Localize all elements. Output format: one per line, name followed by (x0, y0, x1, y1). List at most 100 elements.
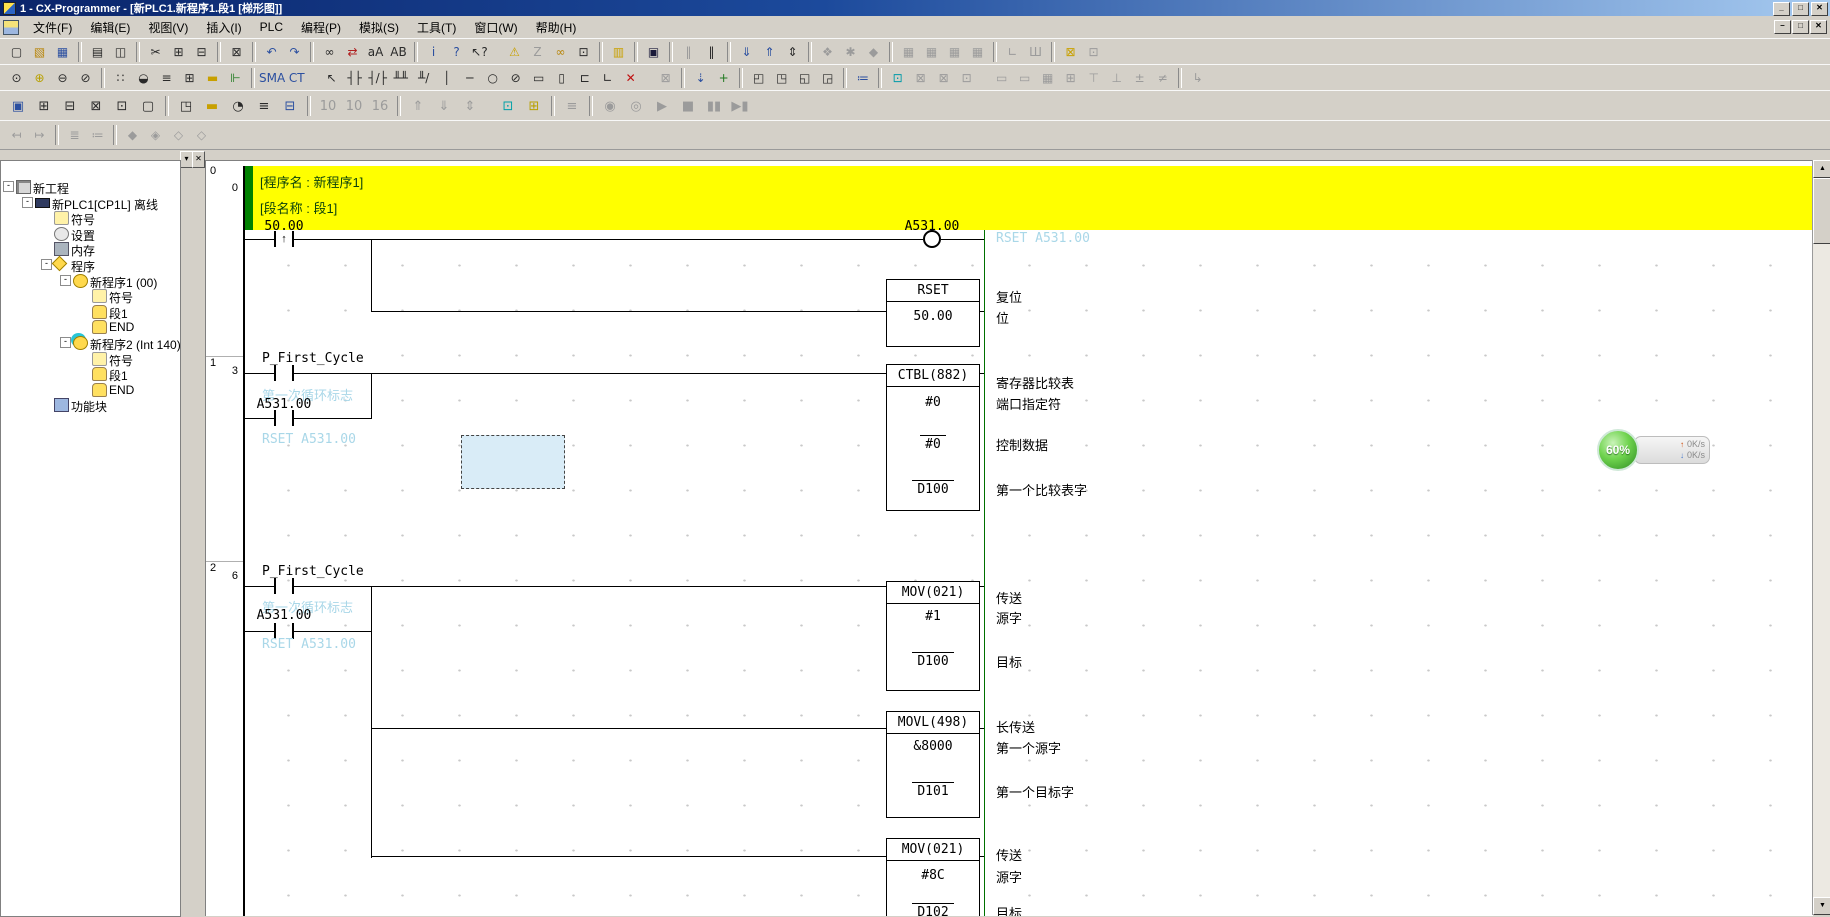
show-cross-reference-popup-button[interactable]: ◳ (173, 94, 199, 118)
mdi-restore-button[interactable]: □ (1792, 20, 1809, 34)
new-fb-parameter-button[interactable]: ⊏ (573, 68, 596, 89)
browse-symbol-usage-button[interactable]: ≔ (851, 68, 874, 89)
show-rung-comments-button[interactable]: ◒ (132, 68, 155, 89)
instruction-block-movl[interactable]: MOVL(498) &8000 D101 (886, 711, 980, 818)
transfer-to-plc-button[interactable]: ⇓ (735, 42, 758, 63)
menu-window[interactable]: 窗口(W) (465, 16, 526, 39)
contact[interactable] (274, 578, 294, 594)
menu-program[interactable]: 编程(P) (292, 16, 350, 39)
tree-item-program2-section1[interactable]: 段1 (1, 366, 180, 381)
info-button[interactable]: i (422, 42, 445, 63)
rising-edge-contact[interactable]: ↑ (274, 231, 294, 247)
instruction-operand[interactable]: #0 (887, 394, 979, 411)
tree-expander-icon[interactable]: - (41, 259, 52, 270)
show-local-symbols-button[interactable]: ⊩ (224, 68, 247, 89)
new-interlock-button[interactable]: ∟ (596, 68, 619, 89)
zoom-in-button[interactable]: ⊕ (28, 68, 51, 89)
program-check-button[interactable]: ∞ (549, 42, 572, 63)
menu-simulation[interactable]: 模拟(S) (350, 16, 408, 39)
tree-item-program1[interactable]: -新程序1 (00) (1, 273, 180, 288)
toggle-output-window-button[interactable]: ⊞ (31, 94, 57, 118)
show-symbol-bar-button[interactable]: ▬ (201, 68, 224, 89)
output-coil[interactable] (923, 230, 941, 248)
cut-button[interactable]: ✂ (144, 42, 167, 63)
scroll-down-button[interactable]: ▼ (1813, 897, 1830, 915)
tree-item-program1-end[interactable]: END (1, 319, 180, 334)
replace-all-button[interactable]: AB (387, 42, 410, 63)
menu-file[interactable]: 文件(F) (24, 16, 81, 39)
minimize-button[interactable]: _ (1773, 2, 1790, 16)
tree-item-program1-symbols[interactable]: 符号 (1, 288, 180, 303)
toggle-grid-button[interactable]: ∷ (109, 68, 132, 89)
instruction-operand[interactable]: &8000 (887, 738, 979, 755)
new-fb-invocation-button[interactable]: ▯ (550, 68, 573, 89)
maximize-button[interactable]: □ (1792, 2, 1809, 16)
tree-expander-icon[interactable]: - (60, 275, 71, 286)
toggle-project-workspace-button[interactable]: ▣ (5, 94, 31, 118)
instruction-operand[interactable]: 50.00 (887, 308, 979, 325)
set-password-button[interactable]: ⊠ (1059, 42, 1082, 63)
vertical-scrollbar[interactable]: ▲ ▼ (1812, 160, 1830, 915)
tree-expander-icon[interactable]: - (60, 337, 71, 348)
new-closed-contact-button[interactable]: ┤/├ (366, 68, 389, 89)
tree-item-program1-section1[interactable]: 段1 (1, 304, 180, 319)
toggle-address-reference-button[interactable]: ⊡ (109, 94, 135, 118)
work-online-simulator-button[interactable]: ▣ (642, 42, 665, 63)
transfer-from-plc-button[interactable]: ⇑ (758, 42, 781, 63)
rung-comment-banner[interactable]: [程序名 : 新程序1] [段名称 : 段1] (245, 166, 1813, 230)
tree-expander-icon[interactable]: - (22, 197, 33, 208)
pause-button[interactable]: ‖ (700, 42, 723, 63)
menu-plc[interactable]: PLC (251, 17, 292, 37)
new-document-button[interactable]: ▢ (5, 42, 28, 63)
show-address-reference-button[interactable]: ⊡ (886, 68, 909, 89)
transfer-check-button[interactable]: ⊡ (572, 42, 595, 63)
menu-view[interactable]: 视图(V) (139, 16, 197, 39)
toggle-cross-reference-button[interactable]: ⊠ (83, 94, 109, 118)
instruction-operand[interactable]: D100 (887, 480, 979, 498)
show-io-table-button[interactable]: ⊟ (277, 94, 303, 118)
instruction-operand[interactable]: #1 (887, 608, 979, 625)
save-project-button[interactable]: ▦ (51, 42, 74, 63)
menu-insert[interactable]: 插入(I) (197, 16, 250, 39)
instruction-operand[interactable]: #0 (887, 435, 979, 453)
menu-tools[interactable]: 工具(T) (408, 16, 465, 39)
zoom-100-button[interactable]: ⊘ (74, 68, 97, 89)
compare-with-plc-button[interactable]: ⇕ (781, 42, 804, 63)
context-help-button[interactable]: ↖? (468, 42, 491, 63)
paste-button[interactable]: ⊟ (190, 42, 213, 63)
instruction-operand[interactable]: D100 (887, 652, 979, 670)
tree-item-global-symbols[interactable]: 符号 (1, 210, 180, 225)
undo-button[interactable]: ↶ (260, 42, 283, 63)
instruction-block-rset[interactable]: RSET 50.00 (886, 279, 980, 347)
work-online-simulator-2-button[interactable]: ⊡ (495, 94, 521, 118)
zoom-to-fit-button[interactable]: ⊙ (5, 68, 28, 89)
speed-overlay-ball[interactable]: 60% (1597, 429, 1639, 471)
new-closed-coil-button[interactable]: ⊘ (504, 68, 527, 89)
go-to-output-button[interactable]: ◳ (770, 68, 793, 89)
close-button[interactable]: ✕ (1811, 2, 1828, 16)
go-to-next-reference-button[interactable]: ◱ (793, 68, 816, 89)
edit-io-comment-button[interactable]: ▬ (199, 94, 225, 118)
instruction-block-ctbl[interactable]: CTBL(882) #0 #0 D100 (886, 364, 980, 511)
tree-item-memory[interactable]: 内存 (1, 241, 180, 256)
new-or-contact-button[interactable]: ╨╨ (389, 68, 412, 89)
tree-item-project-root[interactable]: -新工程 (1, 179, 180, 194)
contact[interactable] (274, 365, 294, 381)
redo-button[interactable]: ↷ (283, 42, 306, 63)
instruction-block-mov-2[interactable]: MOV(021) #8C D102 (886, 838, 980, 916)
selection-mode-button[interactable]: ↖ (320, 68, 343, 89)
menu-help[interactable]: 帮助(H) (527, 16, 586, 39)
instruction-operand[interactable]: D102 (887, 903, 979, 916)
view-ct-button[interactable]: CT (285, 68, 308, 89)
new-coil-button[interactable]: ○ (481, 68, 504, 89)
menu-edit[interactable]: 编辑(E) (81, 16, 139, 39)
tree-item-function-blocks[interactable]: 功能块 (1, 397, 180, 412)
contact[interactable] (274, 410, 294, 426)
view-mnemonics-button[interactable]: SMA (259, 68, 285, 89)
tree-item-settings[interactable]: 设置 (1, 226, 180, 241)
ladder-editor[interactable]: [程序名 : 新程序1] [段名称 : 段1] 0 0 50.00 ↑ A531… (205, 160, 1813, 916)
tree-expander-icon[interactable]: - (3, 181, 14, 192)
simulator-settings-button[interactable]: ⊞ (521, 94, 547, 118)
zoom-out-button[interactable]: ⊖ (51, 68, 74, 89)
contact-operand[interactable]: P_First_Cycle (262, 351, 364, 366)
